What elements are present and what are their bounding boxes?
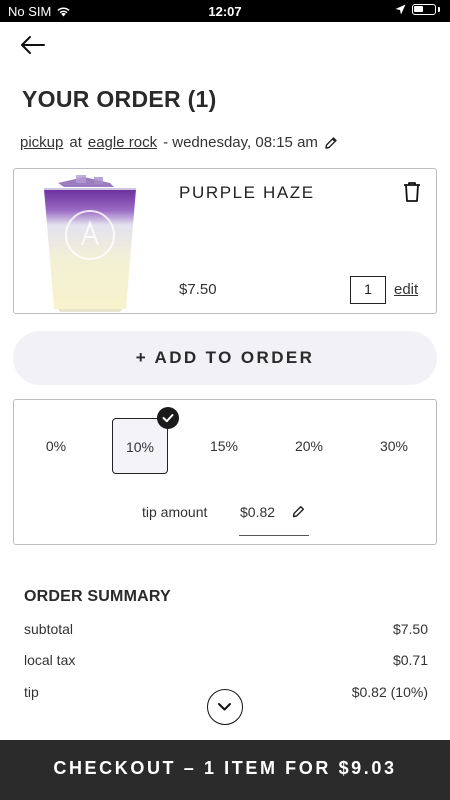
order-summary-title: ORDER SUMMARY	[24, 588, 171, 605]
tip-card: 0% 10% 15% 20% 30% tip amount $0.82	[13, 399, 437, 545]
back-arrow-icon[interactable]	[18, 32, 48, 58]
clock: 12:07	[208, 4, 242, 19]
tip-option-0[interactable]: 0%	[28, 418, 84, 474]
page-title: YOUR ORDER (1)	[22, 86, 217, 112]
tip-amount-label: tip amount	[142, 504, 208, 520]
battery-tip	[438, 7, 440, 12]
summary-label: tip	[24, 684, 39, 700]
pickup-mode-link[interactable]: pickup	[20, 134, 63, 151]
edit-item-link[interactable]: edit	[394, 281, 418, 298]
summary-row-subtotal: subtotal $7.50	[24, 621, 428, 637]
tip-amount-underline	[239, 535, 309, 536]
edit-pickup-pencil-icon[interactable]	[324, 136, 338, 150]
pickup-at-text: at	[69, 134, 82, 151]
summary-row-tax: local tax $0.71	[24, 652, 428, 668]
order-item-card: PURPLE HAZE $7.50 1 edit	[13, 168, 437, 314]
item-price: $7.50	[179, 281, 217, 298]
pickup-datetime: - wednesday, 08:15 am	[163, 134, 318, 151]
item-name: PURPLE HAZE	[179, 183, 315, 202]
summary-value: $7.50	[392, 621, 428, 637]
summary-value: $0.71	[392, 652, 428, 668]
tip-amount-value[interactable]: $0.82	[240, 504, 275, 520]
tip-option-30[interactable]: 30%	[366, 418, 422, 474]
summary-value: $0.82 (10%)	[351, 684, 428, 700]
pickup-location-link[interactable]: eagle rock	[88, 134, 157, 151]
location-arrow-icon	[395, 4, 406, 15]
trash-icon[interactable]	[402, 181, 422, 203]
add-to-order-button[interactable]: + ADD TO ORDER	[13, 331, 437, 385]
status-bar: No SIM 12:07	[0, 0, 450, 22]
summary-label: local tax	[24, 652, 76, 668]
checkmark-icon	[157, 407, 179, 429]
edit-tip-pencil-icon[interactable]	[292, 505, 305, 518]
drink-cup-image	[44, 175, 136, 312]
summary-label: subtotal	[24, 621, 74, 637]
chevron-down-icon	[218, 703, 231, 711]
battery-icon	[412, 4, 436, 15]
quantity-field[interactable]: 1	[350, 276, 386, 304]
pickup-info: pickup at eagle rock - wednesday, 08:15 …	[20, 134, 338, 151]
tip-option-15[interactable]: 15%	[196, 418, 252, 474]
scroll-down-button[interactable]	[207, 689, 243, 725]
checkout-button[interactable]: CHECKOUT – 1 ITEM FOR $9.03	[0, 740, 450, 800]
tip-option-20[interactable]: 20%	[281, 418, 337, 474]
